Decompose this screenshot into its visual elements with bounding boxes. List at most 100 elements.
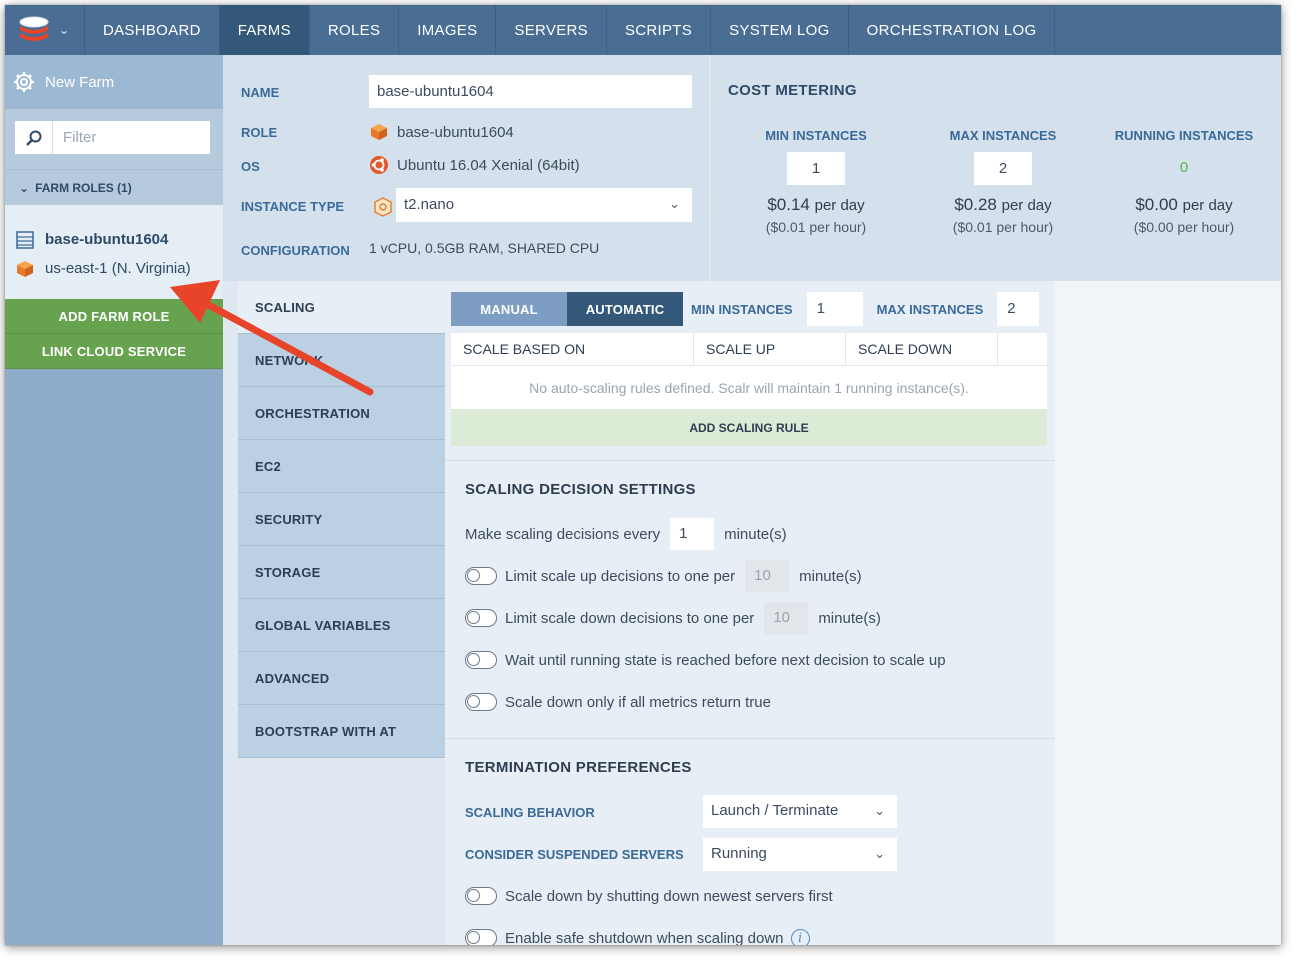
wait-running-label: Wait until running state is reached befo… (505, 651, 946, 669)
nav-farms[interactable]: FARMS (219, 5, 310, 55)
instance-type-label: INSTANCE TYPE (241, 199, 345, 214)
tab-bootstrap-with-at[interactable]: BOOTSTRAP WITH AT (238, 705, 445, 758)
add-scaling-rule-button[interactable]: ADD SCALING RULE (451, 409, 1047, 446)
name-label: NAME (241, 85, 280, 100)
sidebar: New Farm Filter ⌄ FARM ROLES (1) base-ub… (5, 55, 223, 945)
nav-scripts[interactable]: SCRIPTS (607, 5, 712, 55)
scaling-panel: MANUAL AUTOMATIC MIN INSTANCES 1 MAX INS… (445, 281, 1055, 945)
column-scale-down[interactable]: SCALE DOWN (846, 333, 998, 365)
configuration-value: 1 vCPU, 0.5GB RAM, SHARED CPU (369, 240, 600, 256)
nav-dashboard[interactable]: DASHBOARD (85, 5, 220, 55)
cost-max-column: MAX INSTANCES 2 $0.28 per day ($0.01 per… (908, 128, 1098, 235)
limit-up-label: Limit scale up decisions to one per (505, 567, 736, 585)
scaling-min-input[interactable]: 1 (806, 292, 863, 326)
tab-global-variables[interactable]: GLOBAL VARIABLES (238, 599, 445, 652)
scaling-min-label: MIN INSTANCES (691, 301, 793, 317)
os-value: Ubuntu 16.04 Xenial (64bit) (397, 156, 580, 174)
tab-scaling[interactable]: SCALING (238, 281, 445, 334)
max-per-hour: ($0.01 per hour) (952, 219, 1054, 235)
new-farm-header[interactable]: New Farm (5, 55, 223, 109)
instance-type-value: t2.nano (404, 196, 455, 213)
chevron-down-icon: ⌄ (874, 803, 885, 818)
max-per-day: per day (1001, 197, 1052, 214)
farm-roles-header[interactable]: ⌄ FARM ROLES (1) (5, 169, 223, 205)
suspended-servers-label: CONSIDER SUSPENDED SERVERS (465, 847, 684, 862)
newest-first-label: Scale down by shutting down newest serve… (505, 887, 833, 905)
min-instances-label: MIN INSTANCES (765, 128, 867, 143)
nav-roles[interactable]: ROLES (310, 5, 400, 55)
running-per-hour: ($0.00 per hour) (1133, 219, 1235, 235)
limit-up-input[interactable]: 10 (745, 560, 790, 592)
os-label: OS (241, 159, 260, 174)
scale-down-all-toggle[interactable] (465, 693, 497, 711)
app-menu-button[interactable]: ⌄ (5, 5, 85, 55)
cost-min-column: MIN INSTANCES 1 $0.14 per day ($0.01 per… (721, 128, 911, 235)
top-nav: ⌄ DASHBOARD FARMS ROLES IMAGES SERVERS S… (5, 5, 1281, 55)
tab-storage[interactable]: STORAGE (238, 546, 445, 599)
running-per-day: per day (1182, 197, 1233, 214)
configuration-label: CONFIGURATION (241, 243, 350, 258)
scale-down-all-row: Scale down only if all metrics return tr… (465, 686, 771, 718)
empty-rules-message: No auto-scaling rules defined. Scalr wil… (451, 366, 1047, 409)
add-farm-role-button[interactable]: ADD FARM ROLE (5, 299, 223, 334)
nav-servers[interactable]: SERVERS (496, 5, 607, 55)
scaling-behavior-value: Launch / Terminate (711, 802, 839, 819)
limit-down-input[interactable]: 10 (764, 602, 809, 634)
suspended-servers-select[interactable]: Running ⌄ (703, 838, 897, 871)
chevron-down-icon: ⌄ (19, 180, 30, 195)
cost-metering-title: COST METERING (728, 82, 857, 99)
minutes-label: minute(s) (818, 609, 881, 627)
nav-images[interactable]: IMAGES (399, 5, 497, 55)
nav-system-log[interactable]: SYSTEM LOG (711, 5, 849, 55)
termination-title: TERMINATION PREFERENCES (465, 759, 692, 776)
minutes-label: minute(s) (799, 567, 862, 585)
ubuntu-icon (370, 156, 388, 174)
nav-orchestration-log[interactable]: ORCHESTRATION LOG (849, 5, 1056, 55)
filter-wrap: Filter (5, 109, 223, 169)
filter-placeholder: Filter (63, 129, 97, 146)
aws-cube-icon (371, 124, 387, 140)
running-instances-label: RUNNING INSTANCES (1114, 128, 1254, 143)
newest-first-row: Scale down by shutting down newest serve… (465, 880, 833, 912)
limit-up-toggle[interactable] (465, 567, 497, 585)
max-price: $0.28 (954, 195, 997, 214)
farm-role-name: base-ubuntu1604 (45, 231, 169, 248)
wait-running-toggle[interactable] (465, 651, 497, 669)
scalr-logo-icon (19, 16, 49, 41)
aws-cube-icon (17, 260, 33, 277)
tab-ec2[interactable]: EC2 (238, 440, 445, 493)
cost-max-instances-input[interactable]: 2 (974, 152, 1032, 185)
column-scale-based-on[interactable]: SCALE BASED ON (451, 333, 694, 365)
decision-every-row: Make scaling decisions every 1 minute(s) (465, 518, 787, 550)
scaling-behavior-select[interactable]: Launch / Terminate ⌄ (703, 795, 897, 828)
tab-orchestration[interactable]: ORCHESTRATION (238, 387, 445, 440)
cost-running-column: RUNNING INSTANCES 0 $0.00 per day ($0.00… (1089, 128, 1279, 235)
tab-security[interactable]: SECURITY (238, 493, 445, 546)
filter-input[interactable]: Filter (15, 121, 210, 154)
scaling-max-label: MAX INSTANCES (876, 301, 984, 317)
table-header: SCALE BASED ON SCALE UP SCALE DOWN (451, 333, 1047, 366)
instance-type-select[interactable]: t2.nano ⌄ (396, 188, 692, 222)
cost-min-instances-input[interactable]: 1 (787, 152, 845, 185)
newest-first-toggle[interactable] (465, 887, 497, 905)
chevron-down-icon: ⌄ (669, 196, 680, 211)
decision-every-input[interactable]: 1 (670, 518, 715, 550)
limit-down-toggle[interactable] (465, 609, 497, 627)
info-icon[interactable]: i (790, 928, 810, 945)
manual-button[interactable]: MANUAL (451, 292, 567, 326)
tab-network[interactable]: NETWORK (238, 334, 445, 387)
scaling-decision-title: SCALING DECISION SETTINGS (465, 481, 696, 498)
search-icon (15, 121, 53, 154)
safe-shutdown-toggle[interactable] (465, 929, 497, 945)
farm-role-item[interactable]: base-ubuntu1604 us-east-1 (N. Virginia) (5, 205, 223, 299)
role-label: ROLE (241, 125, 278, 140)
automatic-button[interactable]: AUTOMATIC (567, 292, 683, 326)
column-scale-up[interactable]: SCALE UP (694, 333, 846, 365)
min-per-hour: ($0.01 per hour) (765, 219, 867, 235)
name-field[interactable]: base-ubuntu1604 (369, 75, 692, 108)
scaling-max-input[interactable]: 2 (997, 292, 1040, 326)
empty-area (1055, 281, 1281, 945)
link-cloud-service-button[interactable]: LINK CLOUD SERVICE (5, 334, 223, 369)
safe-shutdown-row: Enable safe shutdown when scaling down i (465, 922, 810, 945)
tab-advanced[interactable]: ADVANCED (238, 652, 445, 705)
